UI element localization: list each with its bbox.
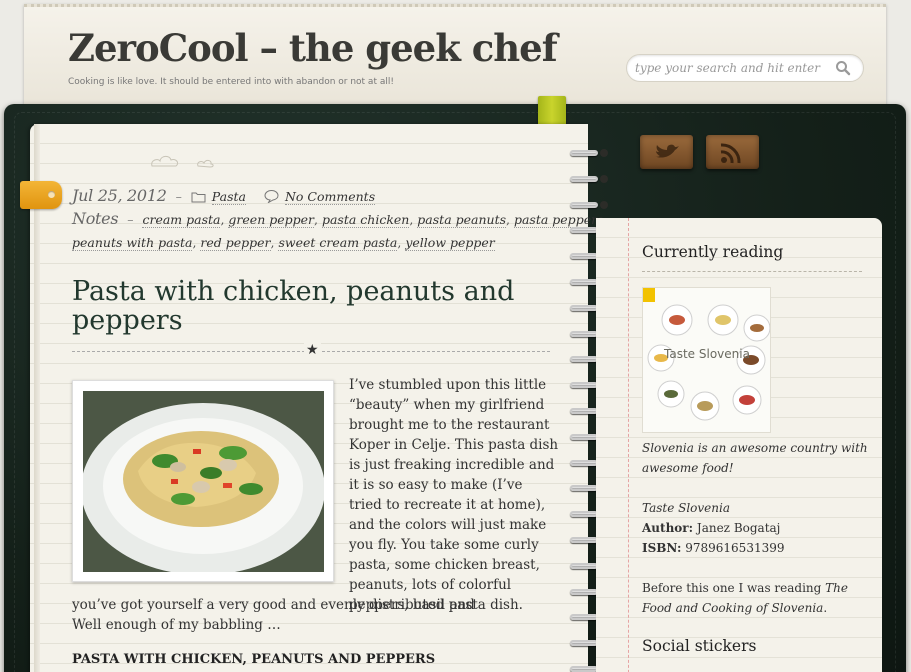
book-author: Author: Janez Bogataj bbox=[642, 521, 781, 535]
post-intro-text: I’ve stumbled upon this little “beauty” … bbox=[349, 377, 559, 613]
previous-book-note: Before this one I was reading The Food a… bbox=[642, 581, 849, 615]
social-stickers-title: Social stickers bbox=[642, 637, 757, 655]
twitter-button[interactable] bbox=[640, 135, 693, 169]
search-box[interactable] bbox=[626, 54, 864, 82]
book-caption: Slovenia is an awesome country with awes… bbox=[642, 441, 868, 475]
rss-button[interactable] bbox=[706, 135, 759, 169]
clouds-doodle bbox=[151, 155, 214, 168]
tag-link[interactable]: red pepper bbox=[200, 235, 271, 251]
post-intro-continued: you’ve got yourself a very good and even… bbox=[72, 597, 523, 633]
currently-reading-title: Currently reading bbox=[642, 243, 784, 261]
post-title[interactable]: Pasta with chicken, peanuts and peppers bbox=[72, 277, 542, 335]
site-tagline: Cooking is like love. It should be enter… bbox=[68, 77, 394, 87]
tag-link[interactable]: pasta peanuts bbox=[417, 212, 507, 228]
tag-link[interactable]: cream pasta bbox=[142, 212, 221, 228]
post-comments-link[interactable]: No Comments bbox=[284, 189, 376, 205]
star-icon: ★ bbox=[304, 342, 321, 358]
post-date: Jul 25, 2012 bbox=[72, 186, 167, 205]
spiral-ring bbox=[566, 146, 608, 160]
date-tab bbox=[20, 181, 62, 209]
book-cover-image[interactable]: Taste Slovenia bbox=[642, 287, 771, 433]
book-cover-title: Taste Slovenia bbox=[663, 347, 750, 361]
pasta-dish-photo bbox=[83, 391, 324, 572]
post-tags-row-2: peanuts with pasta, red pepper, sweet cr… bbox=[72, 235, 495, 251]
post-tags-row-1: Notes – cream pasta, green pepper, pasta… bbox=[72, 209, 607, 228]
tag-link[interactable]: yellow pepper bbox=[405, 235, 495, 251]
spiral-ring bbox=[566, 198, 608, 212]
post-meta: Jul 25, 2012 – Pasta No Comments bbox=[72, 186, 376, 205]
tag-link[interactable]: sweet cream pasta bbox=[278, 235, 398, 251]
tag-link[interactable]: green pepper bbox=[228, 212, 314, 228]
recipe-heading: PASTA WITH CHICKEN, PEANUTS AND PEPPERS bbox=[72, 652, 436, 667]
tag-link[interactable]: peanuts with pasta bbox=[72, 235, 193, 251]
spiral-ring bbox=[566, 172, 608, 186]
rss-feed-icon bbox=[720, 143, 741, 164]
folder-icon bbox=[191, 192, 206, 203]
comment-bubble-icon bbox=[264, 189, 279, 203]
search-input[interactable] bbox=[635, 59, 831, 77]
widget-divider bbox=[642, 271, 862, 272]
post-category-link[interactable]: Pasta bbox=[211, 189, 246, 205]
tag-link[interactable]: pasta chicken bbox=[321, 212, 410, 228]
post-photo-frame[interactable] bbox=[72, 380, 334, 582]
book-title: Taste Slovenia bbox=[642, 501, 731, 515]
search-icon[interactable] bbox=[835, 60, 851, 76]
twitter-bird-icon bbox=[654, 144, 679, 158]
notes-label: Notes bbox=[72, 209, 119, 228]
site-title[interactable]: ZeroCool – the geek chef bbox=[68, 26, 558, 70]
book-isbn: ISBN: 9789616531399 bbox=[642, 541, 785, 555]
